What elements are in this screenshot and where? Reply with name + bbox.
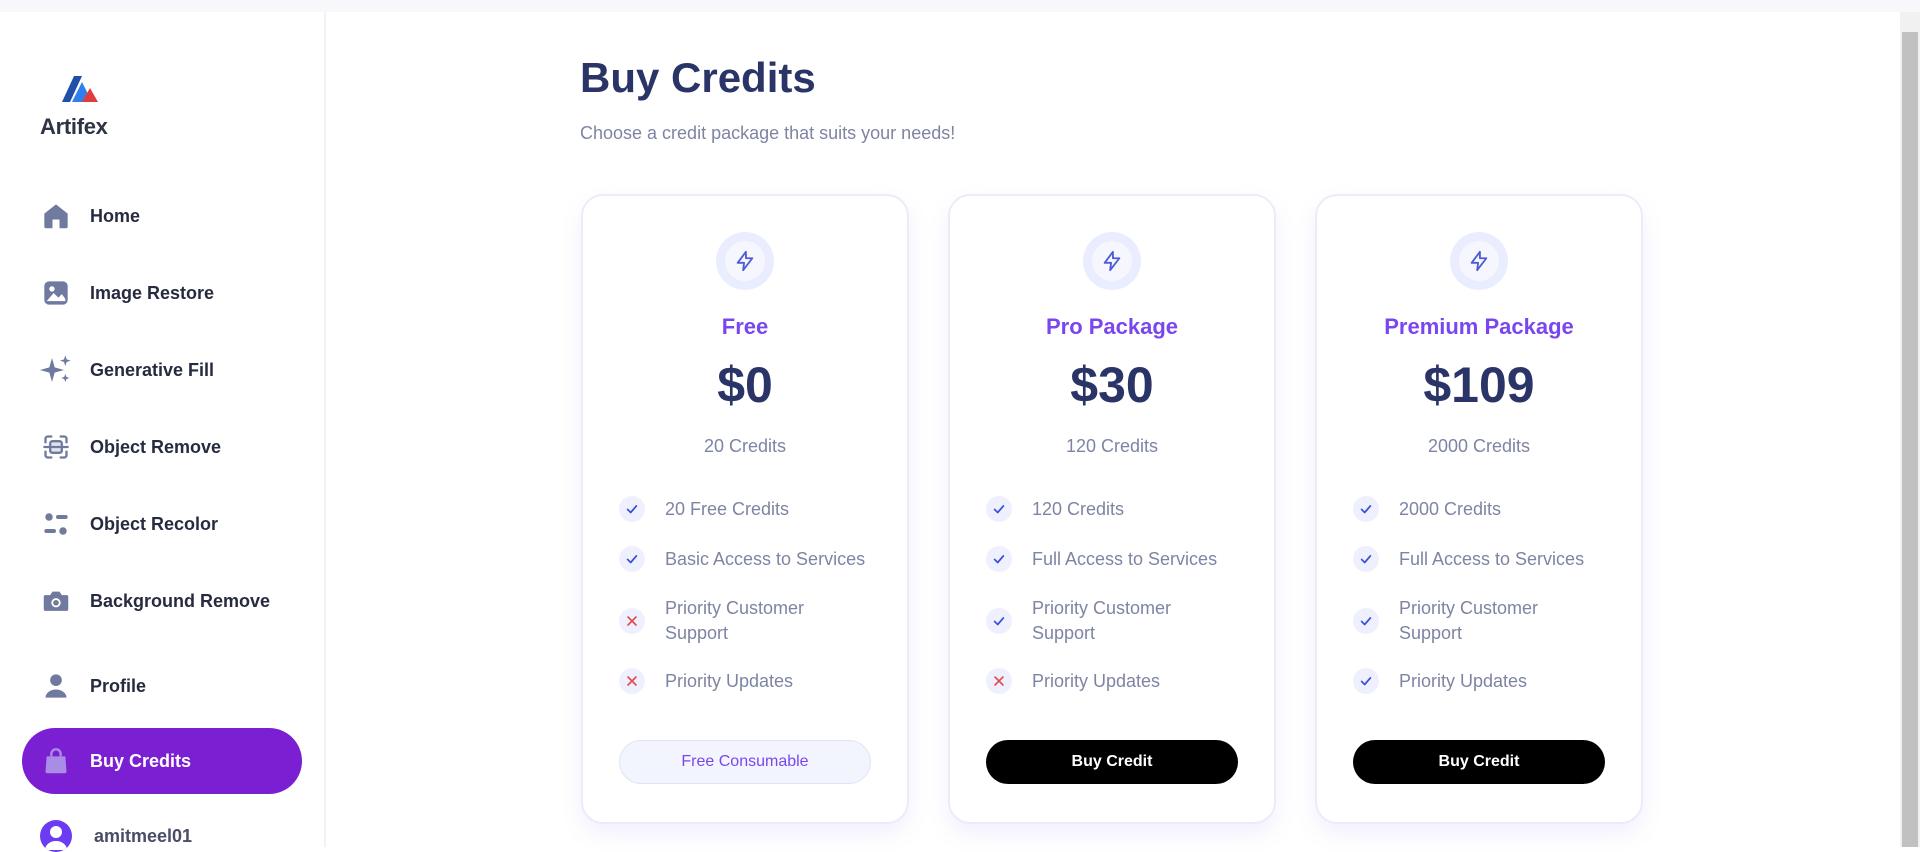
bag-icon <box>40 745 72 777</box>
feature-text: Priority Updates <box>1032 670 1161 691</box>
cross-icon <box>986 668 1012 694</box>
sidebar-item-object-recolor[interactable]: Object Recolor <box>22 491 302 557</box>
feature-text: 120 Credits <box>1032 498 1125 519</box>
camera-icon <box>40 585 72 617</box>
feature-text: Priority Customer Support <box>1399 598 1539 643</box>
check-icon <box>986 546 1012 572</box>
avatar <box>40 820 72 852</box>
plan-price: $30 <box>1070 357 1154 413</box>
logo-mark-icon <box>62 76 98 102</box>
cross-icon <box>619 608 645 634</box>
lightning-icon <box>736 250 754 272</box>
sidebar-item-buy-credits[interactable]: Buy Credits <box>22 728 302 794</box>
feature-item: Full Access to Services <box>986 546 1246 572</box>
user-icon <box>40 670 72 702</box>
plan-credits: 20 Credits <box>703 436 787 456</box>
page-title: Buy Credits <box>580 54 816 101</box>
feature-text: Basic Access to Services <box>665 548 866 569</box>
check-icon <box>986 496 1012 522</box>
feature-text: Full Access to Services <box>1032 548 1218 569</box>
sidebar-item-label: Generative Fill <box>90 359 215 380</box>
sidebar-item-label: Object Remove <box>90 436 222 457</box>
sparkles-icon <box>40 354 72 386</box>
plan-credits: 2000 Credits <box>1427 436 1531 456</box>
sidebar-item-label: Background Remove <box>90 590 271 611</box>
feature-item: 20 Free Credits <box>619 496 879 522</box>
feature-item: Priority Updates <box>1353 668 1613 694</box>
cross-icon <box>619 668 645 694</box>
feature-text: Full Access to Services <box>1399 548 1585 569</box>
feature-text: Priority Updates <box>1399 670 1528 691</box>
feature-text: Priority Customer Support <box>1032 598 1172 643</box>
feature-text: Priority Customer Support <box>665 598 805 643</box>
check-icon <box>1353 608 1379 634</box>
plan-icon <box>1083 232 1141 290</box>
buy-credit-button[interactable]: Buy Credit <box>1353 740 1605 784</box>
sidebar-item-label: Profile <box>90 675 147 696</box>
check-icon <box>619 546 645 572</box>
feature-item: 120 Credits <box>986 496 1246 522</box>
sidebar-item-profile[interactable]: Profile <box>22 653 302 719</box>
brand-logo[interactable]: Artifex <box>40 74 120 139</box>
top-strip <box>0 0 1920 12</box>
feature-item: Priority Customer Support <box>619 596 849 646</box>
feature-item: 2000 Credits <box>1353 496 1613 522</box>
user-menu[interactable]: amitmeel01 <box>40 820 192 852</box>
sidebar-item-label: Buy Credits <box>90 750 192 771</box>
feature-item: Priority Customer Support <box>1353 596 1583 646</box>
feature-item: Priority Customer Support <box>986 596 1216 646</box>
feature-text: 20 Free Credits <box>665 498 790 519</box>
feature-item: Basic Access to Services <box>619 546 879 572</box>
sidebar-item-image-restore[interactable]: Image Restore <box>22 260 302 326</box>
lightning-icon <box>1470 250 1488 272</box>
plan-name: Pro Package <box>1045 314 1179 339</box>
feature-item: Priority Updates <box>986 668 1246 694</box>
user-avatar-icon <box>45 826 67 850</box>
plan-icon <box>1450 232 1508 290</box>
scrollbar-thumb[interactable] <box>1902 32 1918 847</box>
filter-icon <box>40 508 72 540</box>
check-icon <box>986 608 1012 634</box>
check-icon <box>1353 668 1379 694</box>
feature-text: 2000 Credits <box>1399 498 1502 519</box>
user-name: amitmeel01 <box>94 825 193 846</box>
check-icon <box>619 496 645 522</box>
plan-card-pro: Pro Package $30 120 Credits 120 Credits … <box>948 194 1276 824</box>
free-consumable-button[interactable]: Free Consumable <box>619 740 871 784</box>
home-icon <box>40 200 72 232</box>
page-subtitle: Choose a credit package that suits your … <box>580 123 956 143</box>
sidebar-item-background-remove[interactable]: Background Remove <box>22 568 302 634</box>
plan-price: $0 <box>717 357 773 413</box>
lightning-icon <box>1103 250 1121 272</box>
sidebar-item-object-remove[interactable]: Object Remove <box>22 414 302 480</box>
feature-item: Full Access to Services <box>1353 546 1613 572</box>
plan-credits: 120 Credits <box>1065 436 1159 456</box>
plan-card-free: Free $0 20 Credits 20 Free Credits Basic… <box>581 194 909 824</box>
image-icon <box>40 277 72 309</box>
sidebar-item-generative-fill[interactable]: Generative Fill <box>22 337 302 403</box>
buy-credit-button[interactable]: Buy Credit <box>986 740 1238 784</box>
feature-text: Priority Updates <box>665 670 794 691</box>
plan-card-premium: Premium Package $109 2000 Credits 2000 C… <box>1315 194 1643 824</box>
plan-icon <box>716 232 774 290</box>
feature-item: Priority Updates <box>619 668 879 694</box>
sidebar-item-label: Image Restore <box>90 282 215 303</box>
plan-name: Premium Package <box>1384 314 1574 339</box>
brand-name: Artifex <box>40 114 108 139</box>
check-icon <box>1353 496 1379 522</box>
check-icon <box>1353 546 1379 572</box>
sidebar: Artifex Home Image Restore Generative Fi… <box>0 12 326 852</box>
sidebar-item-label: Home <box>90 205 141 226</box>
plan-name: Free <box>721 314 769 339</box>
sidebar-item-home[interactable]: Home <box>22 183 302 249</box>
plan-price: $109 <box>1423 357 1535 413</box>
sidebar-item-label: Object Recolor <box>90 513 219 534</box>
scan-icon <box>40 431 72 463</box>
